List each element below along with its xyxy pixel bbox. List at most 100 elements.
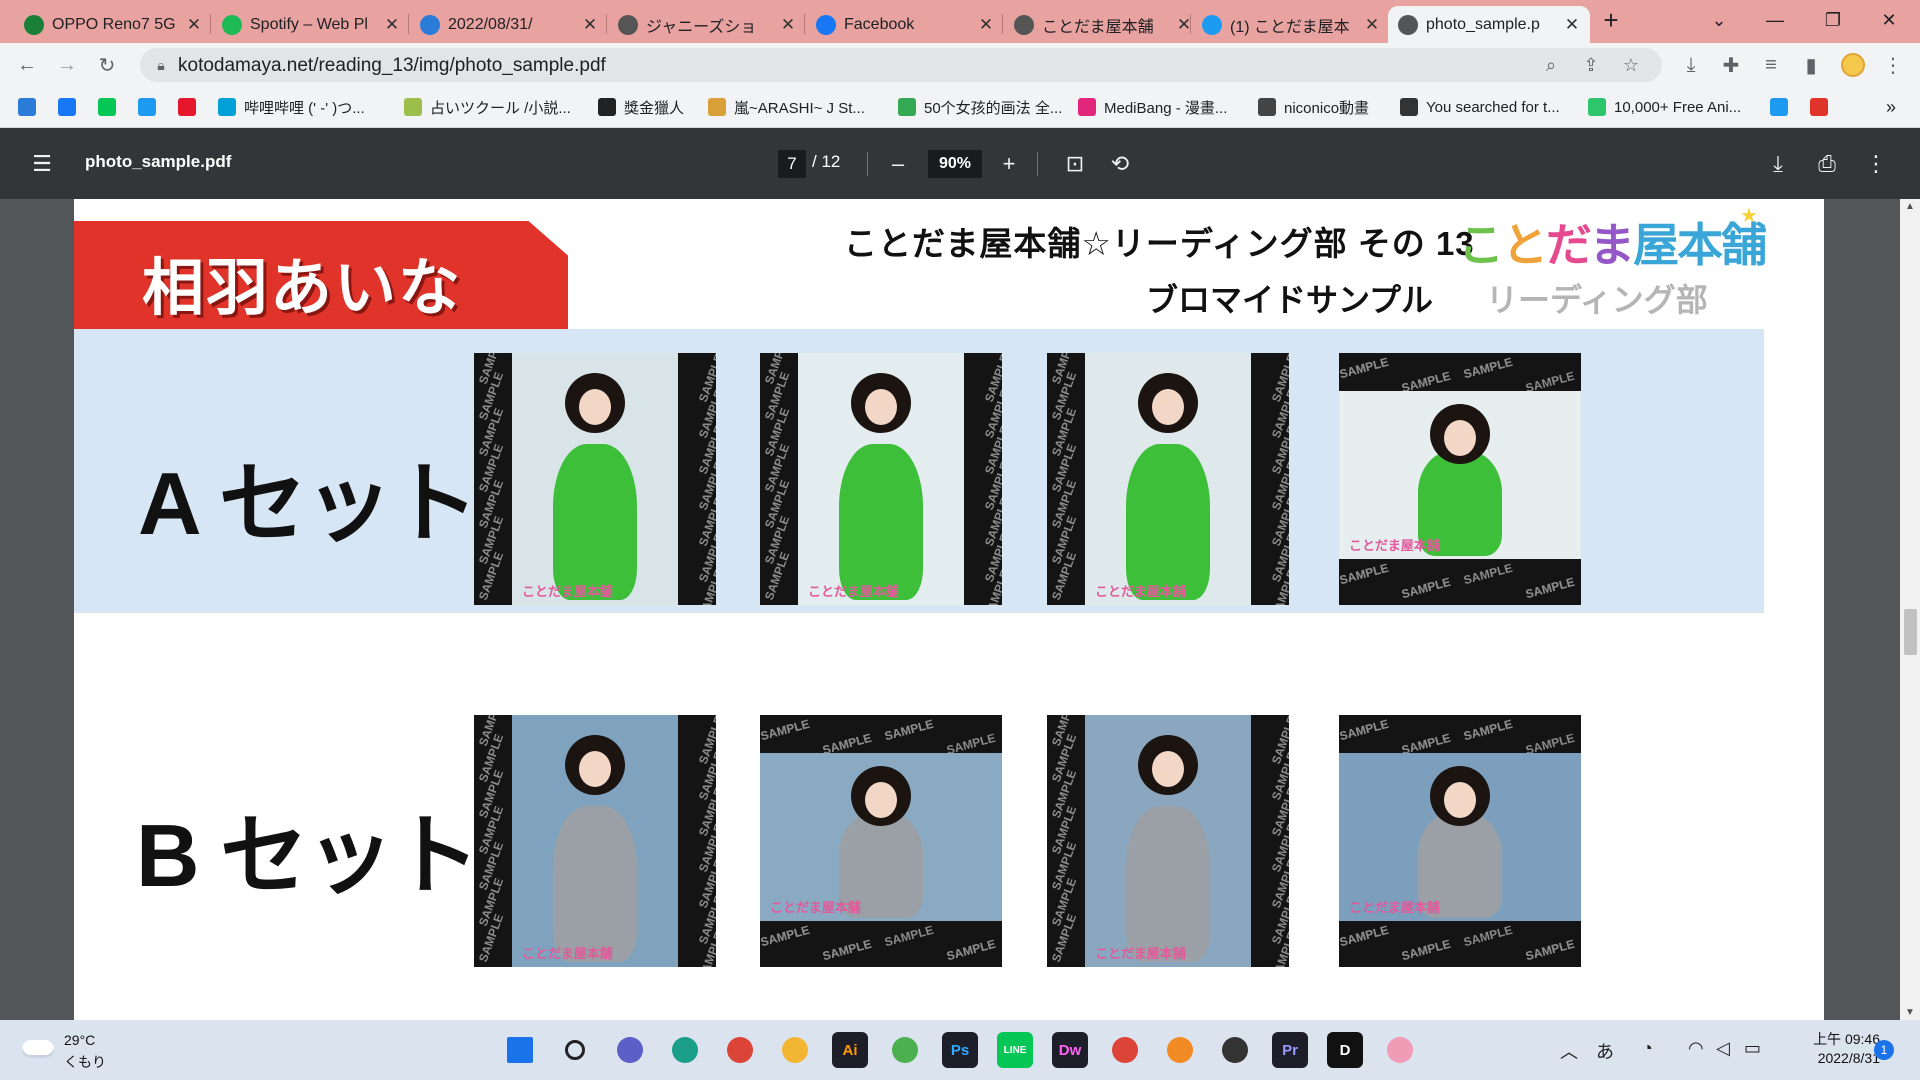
bookmark-item[interactable]: 哔哩哔哩 (' -' )つ...: [218, 95, 365, 119]
tab[interactable]: 2022/08/31/ ✕: [410, 6, 608, 43]
bookmarks-overflow-button[interactable]: »: [1886, 95, 1896, 119]
tab-close-icon[interactable]: ✕: [186, 15, 202, 35]
d-app-icon[interactable]: D: [1327, 1032, 1363, 1068]
downloads-icon[interactable]: ⤓: [1676, 50, 1706, 80]
zoom-out-button[interactable]: –: [882, 148, 914, 180]
bookmark-icon-item[interactable]: [58, 95, 84, 119]
scroll-thumb[interactable]: [1904, 609, 1917, 655]
tab-close-icon[interactable]: ✕: [384, 15, 400, 35]
tab-title: ことだま屋本舗: [1042, 18, 1154, 36]
notification-badge[interactable]: 1: [1874, 1040, 1894, 1060]
tab-close-icon[interactable]: ✕: [1564, 15, 1580, 35]
clock[interactable]: 上午 09:46 2022/8/31: [1790, 1030, 1880, 1068]
battery-icon[interactable]: ▭: [1744, 1038, 1761, 1059]
side-panel-icon[interactable]: ▮: [1796, 50, 1826, 80]
globe-app-icon[interactable]: [887, 1032, 923, 1068]
focus-assist-icon[interactable]: ◔: [1642, 1038, 1653, 1059]
bookmark-item[interactable]: 10,000+ Free Ani...: [1588, 95, 1741, 119]
download-icon[interactable]: ⤓: [1762, 148, 1794, 180]
illustrator-icon[interactable]: Ai: [832, 1032, 868, 1068]
media-player-icon[interactable]: [1162, 1032, 1198, 1068]
volume-icon[interactable]: ◁: [1716, 1038, 1730, 1059]
speech-app-icon[interactable]: [1217, 1032, 1253, 1068]
more-actions-icon[interactable]: ⋮: [1860, 148, 1892, 180]
media-control-icon[interactable]: ≡: [1756, 50, 1786, 80]
lock-icon[interactable]: 🔒︎: [148, 52, 174, 78]
weather-widget[interactable]: 29°C くもり: [22, 1032, 112, 1072]
tab[interactable]: (1) ことだま屋本 ✕: [1192, 6, 1390, 43]
windows-start-icon[interactable]: [502, 1032, 538, 1068]
hamburger-menu-icon[interactable]: ☰: [26, 148, 58, 180]
address-bar[interactable]: 🔒︎ kotodamaya.net/reading_13/img/photo_s…: [140, 48, 1662, 82]
new-tab-button[interactable]: +: [1588, 0, 1634, 40]
forward-icon[interactable]: →: [52, 50, 82, 80]
url-text[interactable]: kotodamaya.net/reading_13/img/photo_samp…: [178, 55, 606, 77]
tab[interactable]: ことだま屋本舗 ✕: [1004, 6, 1202, 43]
fit-page-icon[interactable]: ⊡: [1059, 148, 1091, 180]
sample-watermark-text: SAMPLE: [1524, 936, 1576, 964]
photo-image: ことだま屋本舗: [512, 353, 678, 605]
tab[interactable]: Facebook ✕: [806, 6, 1004, 43]
extensions-icon[interactable]: ✚: [1716, 50, 1746, 80]
line-app-icon[interactable]: LINE: [997, 1032, 1033, 1068]
restore-button[interactable]: ❐: [1810, 0, 1856, 40]
share-icon[interactable]: ⇪: [1578, 52, 1604, 78]
zoom-icon[interactable]: ⌕: [1538, 52, 1564, 78]
bookmark-icon-item[interactable]: [178, 95, 204, 119]
chrome-icon[interactable]: [722, 1032, 758, 1068]
premiere-icon[interactable]: Pr: [1272, 1032, 1308, 1068]
search-icon[interactable]: [557, 1032, 593, 1068]
bookmark-item[interactable]: You searched for t...: [1400, 95, 1560, 119]
zoom-level-input[interactable]: 90%: [928, 150, 982, 178]
tab[interactable]: Spotify – Web Pl ✕: [212, 6, 410, 43]
sample-watermark-text: SAMPLE: [821, 936, 873, 964]
file-explorer-icon[interactable]: [777, 1032, 813, 1068]
reload-icon[interactable]: ↻: [92, 50, 122, 80]
bookmark-item[interactable]: 占いツクール /小説...: [404, 95, 571, 119]
pdf-viewport[interactable]: 相羽あいな ことだま屋本舗☆リーディング部 その 13 ブロマイドサンプル こと…: [0, 199, 1920, 1020]
performer-name-banner: 相羽あいな: [74, 221, 568, 329]
bookmark-icon-item[interactable]: [18, 95, 44, 119]
bookmark-item[interactable]: niconico動畫: [1258, 95, 1369, 119]
bookmark-icon-item[interactable]: [1810, 95, 1836, 119]
bookmark-icon-item[interactable]: [1770, 95, 1796, 119]
bookmark-icon-item[interactable]: [98, 95, 124, 119]
tab[interactable]: OPPO Reno7 5G ✕: [14, 6, 212, 43]
print-icon[interactable]: ⎙: [1811, 148, 1843, 180]
chrome-alt-icon[interactable]: [1107, 1032, 1143, 1068]
scrollbar[interactable]: ▲ ▼: [1900, 199, 1920, 1020]
scroll-down-arrow[interactable]: ▼: [1905, 1007, 1915, 1018]
dreamweaver-icon[interactable]: Dw: [1052, 1032, 1088, 1068]
tab[interactable]: ジャニーズショ ✕: [608, 6, 806, 43]
photoshop-icon[interactable]: Ps: [942, 1032, 978, 1068]
bookmark-item[interactable]: 50个女孩的画法 全...: [898, 95, 1062, 119]
bookmark-label: 嵐~ARASHI~ J St...: [734, 99, 865, 117]
anime-app-icon[interactable]: [1382, 1032, 1418, 1068]
zoom-in-button[interactable]: +: [993, 148, 1025, 180]
bookmark-icon-item[interactable]: [138, 95, 164, 119]
rotate-icon[interactable]: ⟲: [1104, 148, 1136, 180]
wifi-icon[interactable]: ◠: [1688, 1038, 1704, 1059]
close-window-button[interactable]: ✕: [1866, 0, 1912, 40]
tray-chevron-icon[interactable]: ︿: [1560, 1038, 1578, 1064]
bookmark-item[interactable]: MediBang - 漫畫...: [1078, 95, 1227, 119]
bookmark-item[interactable]: 嵐~ARASHI~ J St...: [708, 95, 865, 119]
tab-search-button[interactable]: ⌄: [1696, 0, 1742, 40]
profile-avatar[interactable]: [1838, 50, 1868, 80]
ime-indicator[interactable]: あ: [1596, 1038, 1614, 1064]
tab-close-icon[interactable]: ✕: [780, 15, 796, 35]
teams-chat-icon[interactable]: [612, 1032, 648, 1068]
page-number-input[interactable]: 7: [778, 150, 806, 178]
cloud-icon: [22, 1040, 54, 1058]
edge-icon[interactable]: [667, 1032, 703, 1068]
tab[interactable]: photo_sample.p ✕: [1388, 6, 1590, 43]
tab-close-icon[interactable]: ✕: [582, 15, 598, 35]
scroll-up-arrow[interactable]: ▲: [1905, 201, 1915, 212]
bookmark-star-icon[interactable]: ☆: [1618, 52, 1644, 78]
tab-close-icon[interactable]: ✕: [978, 15, 994, 35]
menu-kebab-icon[interactable]: ⋮: [1878, 50, 1908, 80]
back-icon[interactable]: ←: [12, 50, 42, 80]
minimize-button[interactable]: —: [1752, 0, 1798, 40]
tab-close-icon[interactable]: ✕: [1364, 15, 1380, 35]
bookmark-item[interactable]: 獎金獵人: [598, 95, 684, 119]
